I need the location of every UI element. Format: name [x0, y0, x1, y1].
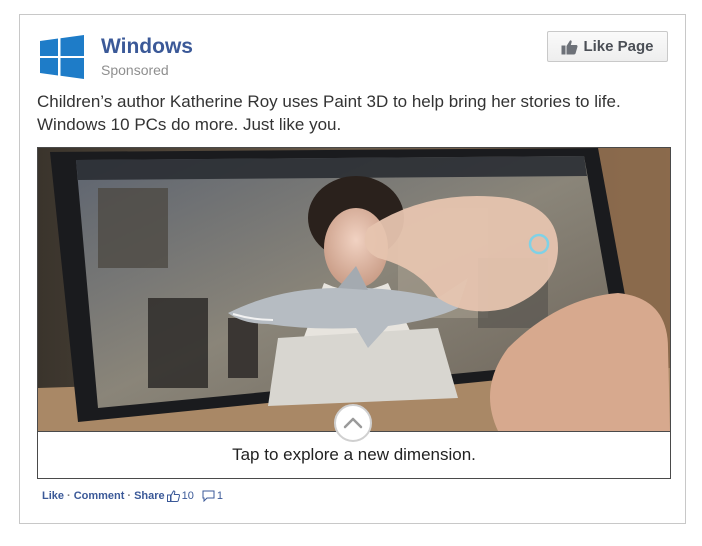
post-actions-bar: Like · Comment · Share 10 1	[42, 490, 223, 502]
separator-dot: ·	[67, 490, 71, 502]
sponsored-label: Sponsored	[101, 62, 169, 78]
post-text-line-1: Children’s author Katherine Roy uses Pai…	[37, 92, 621, 111]
sponsored-post-card: Windows Sponsored Like Page Children’s a…	[19, 14, 686, 524]
comment-link[interactable]: Comment	[74, 490, 125, 502]
like-link[interactable]: Like	[42, 490, 64, 502]
separator-dot: ·	[127, 490, 132, 502]
expand-button[interactable]	[334, 404, 372, 442]
like-count: 10	[181, 490, 194, 502]
like-page-label: Like Page	[583, 38, 654, 55]
like-page-button[interactable]: Like Page	[547, 31, 668, 62]
comment-count: 1	[216, 490, 224, 502]
thumbs-up-icon	[561, 39, 578, 54]
engagement-counts[interactable]: 10 1	[166, 490, 224, 502]
video-thumbnail-image	[38, 148, 670, 431]
share-link[interactable]: Share	[134, 490, 165, 502]
thumbs-up-icon	[166, 490, 180, 502]
comment-icon	[202, 490, 215, 502]
page-name-link[interactable]: Windows	[101, 35, 193, 59]
windows-logo-icon[interactable]	[40, 35, 84, 79]
chevron-up-icon	[343, 417, 363, 429]
post-text: Children’s author Katherine Roy uses Pai…	[37, 90, 677, 136]
post-text-line-2: Windows 10 PCs do more. Just like you.	[37, 115, 342, 134]
post-media[interactable]: Tap to explore a new dimension.	[37, 147, 671, 479]
